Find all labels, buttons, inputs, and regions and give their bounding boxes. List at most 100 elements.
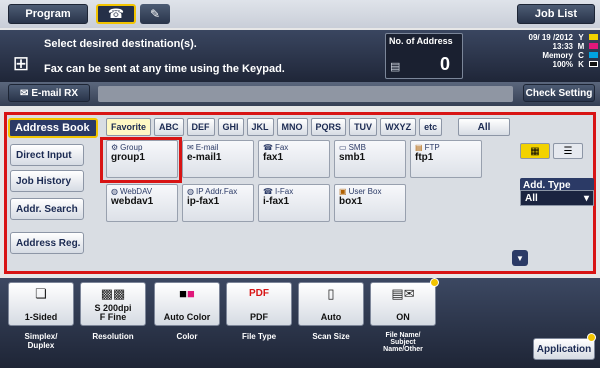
tile-name: webdav1 bbox=[111, 196, 154, 207]
job-list-button[interactable]: Job List bbox=[517, 4, 595, 24]
scan-size-label: Scan Size bbox=[312, 332, 350, 341]
tab-abc[interactable]: ABC bbox=[154, 118, 184, 136]
file-name-label: File Name/ Subject Name/Other bbox=[383, 332, 423, 353]
destination-tile-webdav1[interactable]: ◍ WebDAV webdav1 bbox=[106, 184, 178, 222]
color-button[interactable]: ■■ Auto Color bbox=[154, 282, 220, 326]
destination-tile-ip-fax1[interactable]: ◍ IP Addr.Fax ip-fax1 bbox=[182, 184, 254, 222]
addr-search-button[interactable]: Addr. Search bbox=[10, 198, 84, 220]
fax-scan-screen: Program ☎ ✎ Job List ⊞ Select desired de… bbox=[0, 0, 600, 368]
destination-tile-smb1[interactable]: ▭ SMB smb1 bbox=[334, 140, 406, 178]
tile-kind: E-mail bbox=[195, 143, 219, 152]
job-history-button[interactable]: Job History bbox=[10, 170, 84, 192]
tile-kind: IP Addr.Fax bbox=[195, 187, 238, 196]
tile-kind: WebDAV bbox=[119, 187, 153, 196]
fax-mode-button[interactable]: ☎ bbox=[96, 4, 136, 24]
envelope-icon: ✉ bbox=[19, 87, 29, 99]
email-rx-field bbox=[98, 86, 513, 102]
destination-tile-fax1[interactable]: ☎ Fax fax1 bbox=[258, 140, 330, 178]
application-indicator bbox=[587, 333, 596, 342]
fax-icon: ☎ bbox=[263, 143, 273, 152]
top-bar bbox=[0, 0, 600, 28]
address-reg-button[interactable]: Address Reg. bbox=[10, 232, 84, 254]
destination-tile-ftp1[interactable]: ▤ FTP ftp1 bbox=[410, 140, 482, 178]
message-line-2: Fax can be sent at any time using the Ke… bbox=[44, 63, 285, 75]
file-type-label: File Type bbox=[241, 332, 277, 341]
tab-pqrs[interactable]: PQRS bbox=[310, 118, 347, 136]
pdf-icon: PDF bbox=[249, 288, 269, 299]
scan-size-icon: ▯ bbox=[327, 286, 335, 301]
list-icon: ▤ bbox=[390, 61, 401, 73]
scan-size-value: Auto bbox=[320, 312, 342, 322]
tab-ghi[interactable]: GHI bbox=[217, 118, 244, 136]
toner-m-bar bbox=[589, 43, 598, 49]
tile-kind: I-Fax bbox=[274, 187, 294, 196]
email-icon: ✉ bbox=[187, 143, 194, 152]
setting-changed-indicator bbox=[430, 278, 439, 287]
handwriting-button[interactable]: ✎ bbox=[140, 4, 170, 24]
toner-m-label: M bbox=[577, 42, 585, 51]
file-name-button[interactable]: ▤✉ ON bbox=[370, 282, 436, 326]
tile-name: ip-fax1 bbox=[187, 196, 220, 207]
tab-all[interactable]: All bbox=[458, 118, 510, 136]
address-count-value: 0 bbox=[440, 54, 451, 74]
program-button[interactable]: Program bbox=[8, 4, 88, 24]
scroll-down-button[interactable]: ▼ bbox=[512, 250, 528, 266]
tab-etc[interactable]: etc bbox=[419, 118, 443, 136]
user-box-icon: ▣ bbox=[339, 187, 347, 196]
tab-mno[interactable]: MNO bbox=[276, 118, 308, 136]
simplex-label: Simplex/ Duplex bbox=[24, 332, 58, 350]
keypad-icon: ⊞ bbox=[12, 52, 30, 75]
telephone-icon: ☎ bbox=[107, 6, 125, 21]
webdav-icon: ◍ bbox=[111, 187, 118, 196]
message-line-1: Select desired destination(s). bbox=[44, 38, 197, 50]
color-label: Color bbox=[176, 332, 198, 341]
selected-destination-highlight bbox=[100, 137, 182, 183]
resolution-button[interactable]: ▩▩ S 200dpi F Fine bbox=[80, 282, 146, 326]
file-name-value: ON bbox=[396, 312, 410, 322]
grid-view-button[interactable]: ▦ bbox=[520, 143, 550, 159]
add-type-value: All bbox=[525, 192, 538, 204]
toner-k-bar bbox=[589, 61, 598, 67]
tile-name: box1 bbox=[339, 196, 363, 207]
status-time: 13:33 bbox=[552, 42, 573, 51]
tab-tuv[interactable]: TUV bbox=[349, 118, 378, 136]
destination-tile-email1[interactable]: ✉ E-mail e-mail1 bbox=[182, 140, 254, 178]
simplex-duplex-button[interactable]: ❏ 1-Sided bbox=[8, 282, 74, 326]
tile-name: ftp1 bbox=[415, 152, 434, 163]
address-count-label: No. of Address bbox=[389, 36, 453, 46]
ftp-icon: ▤ bbox=[415, 143, 423, 152]
color-icon: ■■ bbox=[179, 286, 195, 301]
chevron-down-icon: ▾ bbox=[583, 192, 589, 204]
tab-jkl[interactable]: JKL bbox=[246, 118, 274, 136]
tab-favorite[interactable]: Favorite bbox=[106, 118, 152, 136]
list-icon: ☰ bbox=[563, 145, 573, 157]
tile-kind: User Box bbox=[348, 187, 382, 196]
application-button[interactable]: Application bbox=[533, 338, 595, 360]
check-setting-button[interactable]: Check Setting bbox=[523, 84, 595, 102]
pen-icon: ✎ bbox=[149, 7, 161, 21]
tab-wxyz[interactable]: WXYZ bbox=[380, 118, 417, 136]
destination-tile-i-fax1[interactable]: ☎ I-Fax i-fax1 bbox=[258, 184, 330, 222]
scan-size-button[interactable]: ▯ Auto bbox=[298, 282, 364, 326]
color-value: Auto Color bbox=[163, 312, 211, 322]
address-book-button[interactable]: Address Book bbox=[8, 118, 98, 138]
file-type-button[interactable]: PDF PDF bbox=[226, 282, 292, 326]
grid-icon: ▦ bbox=[530, 145, 540, 157]
toner-k-label: K bbox=[578, 60, 584, 69]
arrow-down-icon: ▼ bbox=[516, 253, 524, 263]
email-rx-button[interactable]: ✉ E-mail RX bbox=[8, 84, 90, 102]
destination-tile-box1[interactable]: ▣ User Box box1 bbox=[334, 184, 406, 222]
add-type-select[interactable]: All ▾ bbox=[520, 190, 594, 206]
tab-def[interactable]: DEF bbox=[186, 118, 215, 136]
tile-name: fax1 bbox=[263, 152, 284, 163]
direct-input-button[interactable]: Direct Input bbox=[10, 144, 84, 166]
file-type-value: PDF bbox=[250, 312, 268, 322]
tile-kind: Fax bbox=[274, 143, 289, 152]
list-view-button[interactable]: ☰ bbox=[553, 143, 583, 159]
ip-fax-icon: ◍ bbox=[187, 187, 194, 196]
memory-value: 100% bbox=[552, 60, 573, 69]
simplex-value: 1-Sided bbox=[24, 312, 58, 322]
toner-c-label: C bbox=[578, 51, 584, 60]
tile-name: smb1 bbox=[339, 152, 366, 163]
tile-kind: FTP bbox=[424, 143, 440, 152]
